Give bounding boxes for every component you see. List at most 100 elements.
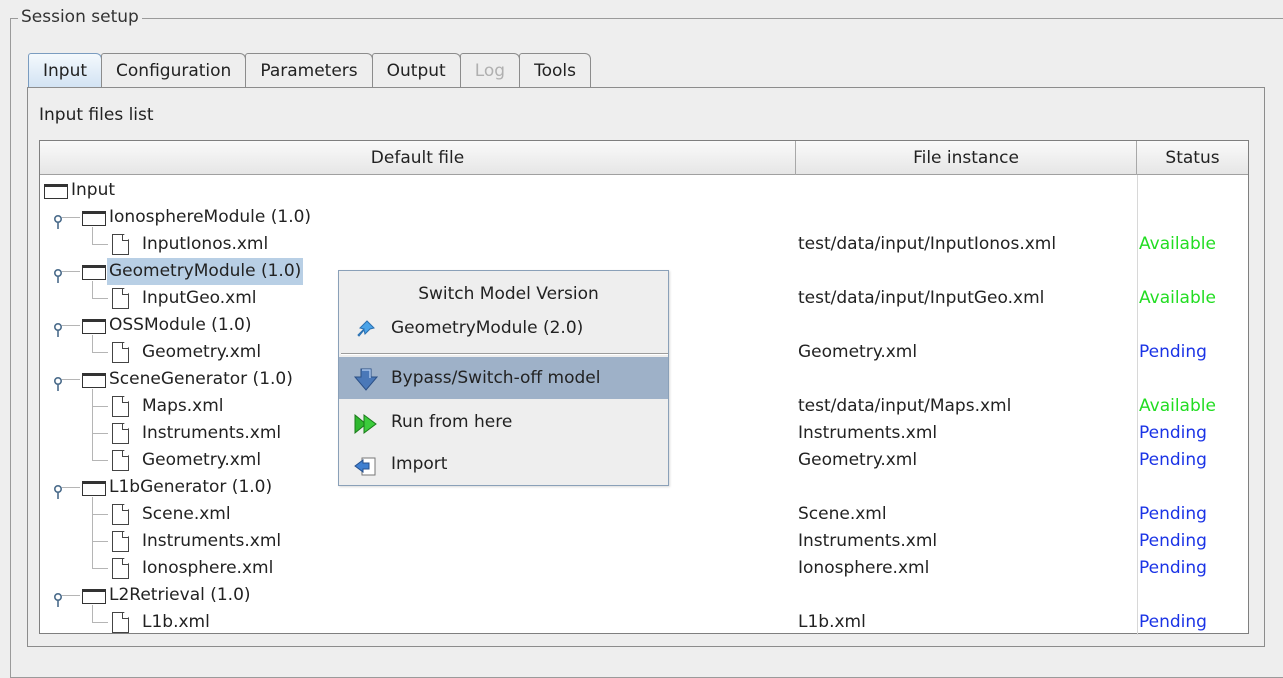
tree-connector <box>62 487 80 488</box>
tab-input[interactable]: Input <box>28 53 103 87</box>
tree-connector <box>92 622 108 623</box>
file-instance-cell: Scene.xml <box>798 504 887 524</box>
file-icon <box>112 288 129 309</box>
tree-connector <box>92 406 108 407</box>
table-row[interactable]: Input <box>40 177 1248 204</box>
table-row[interactable]: Instruments.xml Instruments.xml Pending <box>40 524 1248 555</box>
tree-connector <box>92 281 93 299</box>
file-instance-cell: L1b.xml <box>798 612 866 632</box>
tree-connector <box>62 271 80 272</box>
tree-expand-toggle-icon[interactable] <box>52 373 64 391</box>
file-instance-cell: test/data/input/InputIonos.xml <box>798 234 1057 254</box>
run-from-here-label: Run from here <box>391 412 513 432</box>
file-instance-cell: Ionosphere.xml <box>798 558 930 578</box>
file-node-label: InputGeo.xml <box>142 288 257 308</box>
tree-connector <box>92 298 108 299</box>
tab-output[interactable]: Output <box>371 53 461 87</box>
import-icon <box>353 452 379 476</box>
tree-expand-toggle-icon[interactable] <box>52 265 64 283</box>
context-menu-header: Switch Model Version <box>418 284 599 304</box>
status-cell: Pending <box>1139 504 1207 524</box>
group-title: Session setup <box>18 6 142 28</box>
bypass-model-label: Bypass/Switch-off model <box>391 368 601 388</box>
tree-connector <box>92 433 108 434</box>
file-instance-cell: Geometry.xml <box>798 342 918 362</box>
module-node-label: SceneGenerator (1.0) <box>109 369 293 389</box>
folder-icon <box>82 319 106 334</box>
table-row[interactable]: Scene.xml Scene.xml Pending <box>40 497 1248 528</box>
status-cell: Pending <box>1139 612 1207 632</box>
tree-expand-toggle-icon[interactable] <box>52 319 64 337</box>
switch-version-item[interactable]: GeometryModule (2.0) <box>339 307 668 349</box>
table-row[interactable]: Ionosphere.xml Ionosphere.xml Pending <box>40 551 1248 582</box>
run-forward-icon <box>353 410 379 435</box>
status-cell: Pending <box>1139 342 1207 362</box>
switch-version-label: GeometryModule (2.0) <box>391 318 584 338</box>
file-node-label: L1b.xml <box>142 612 210 632</box>
file-icon <box>112 396 129 417</box>
tree-connector <box>92 227 93 245</box>
tree-connector <box>92 568 108 569</box>
tree-connector <box>62 595 80 596</box>
context-menu: Switch Model Version GeometryModule (2.0… <box>338 270 669 486</box>
tree-connector <box>62 379 80 380</box>
tree-expand-toggle-icon[interactable] <box>52 481 64 499</box>
table-row[interactable]: IonosphereModule (1.0) <box>40 204 1248 231</box>
tab-parameters[interactable]: Parameters <box>245 53 373 87</box>
folder-icon <box>82 589 106 604</box>
tab-bar: Input Configuration Parameters Output Lo… <box>28 53 591 87</box>
status-cell: Available <box>1139 288 1216 308</box>
tree-expand-toggle-icon[interactable] <box>52 589 64 607</box>
file-icon <box>112 558 129 579</box>
status-cell: Pending <box>1139 450 1207 470</box>
tree-connector <box>92 497 93 555</box>
file-node-label: Maps.xml <box>142 396 224 416</box>
file-instance-cell: test/data/input/Maps.xml <box>798 396 1012 416</box>
tree-connector <box>92 514 108 515</box>
column-header-default-file[interactable]: Default file <box>40 141 796 175</box>
status-cell: Available <box>1139 396 1216 416</box>
status-cell: Available <box>1139 234 1216 254</box>
import-item[interactable]: Import <box>339 443 668 485</box>
root-node-label: Input <box>71 180 116 200</box>
tab-configuration[interactable]: Configuration <box>101 53 247 87</box>
table-row[interactable]: L1b.xml L1b.xml Pending <box>40 605 1248 636</box>
tree-connector <box>92 605 93 623</box>
pin-icon <box>353 316 379 340</box>
file-node-label: Instruments.xml <box>142 531 282 551</box>
tab-tools[interactable]: Tools <box>519 53 591 87</box>
file-node-label: Geometry.xml <box>142 342 262 362</box>
tree-expand-toggle-icon[interactable] <box>52 211 64 229</box>
file-instance-cell: Geometry.xml <box>798 450 918 470</box>
menu-separator <box>341 353 668 355</box>
status-cell: Pending <box>1139 531 1207 551</box>
module-node-label: L1bGenerator (1.0) <box>109 477 273 497</box>
tree-connector <box>92 244 108 245</box>
folder-icon <box>82 265 106 280</box>
column-header-file-instance[interactable]: File instance <box>796 141 1137 175</box>
module-node-label: OSSModule (1.0) <box>109 315 252 335</box>
file-node-label: Geometry.xml <box>142 450 262 470</box>
folder-icon <box>82 373 106 388</box>
tree-connector <box>62 325 80 326</box>
table-header: Default file File instance Status <box>40 141 1248 175</box>
tree-connector <box>92 335 93 353</box>
file-instance-cell: test/data/input/InputGeo.xml <box>798 288 1045 308</box>
tree-connector <box>92 541 108 542</box>
import-label: Import <box>391 454 448 474</box>
file-icon <box>112 342 129 363</box>
bypass-down-icon <box>353 366 379 391</box>
file-instance-cell: Instruments.xml <box>798 531 938 551</box>
run-from-here-item[interactable]: Run from here <box>339 401 668 443</box>
tree-connector <box>92 352 108 353</box>
module-node-label: GeometryModule (1.0) <box>107 258 304 285</box>
module-node-label: L2Retrieval (1.0) <box>109 585 251 605</box>
table-row[interactable]: L2Retrieval (1.0) <box>40 582 1248 609</box>
column-header-status[interactable]: Status <box>1137 141 1248 175</box>
table-row[interactable]: InputIonos.xml test/data/input/InputIonos… <box>40 227 1248 258</box>
tab-log: Log <box>459 53 521 87</box>
bypass-model-item[interactable]: Bypass/Switch-off model <box>339 357 668 399</box>
file-node-label: Ionosphere.xml <box>142 558 274 578</box>
input-files-list-label: Input files list <box>39 105 154 125</box>
file-instance-cell: Instruments.xml <box>798 423 938 443</box>
